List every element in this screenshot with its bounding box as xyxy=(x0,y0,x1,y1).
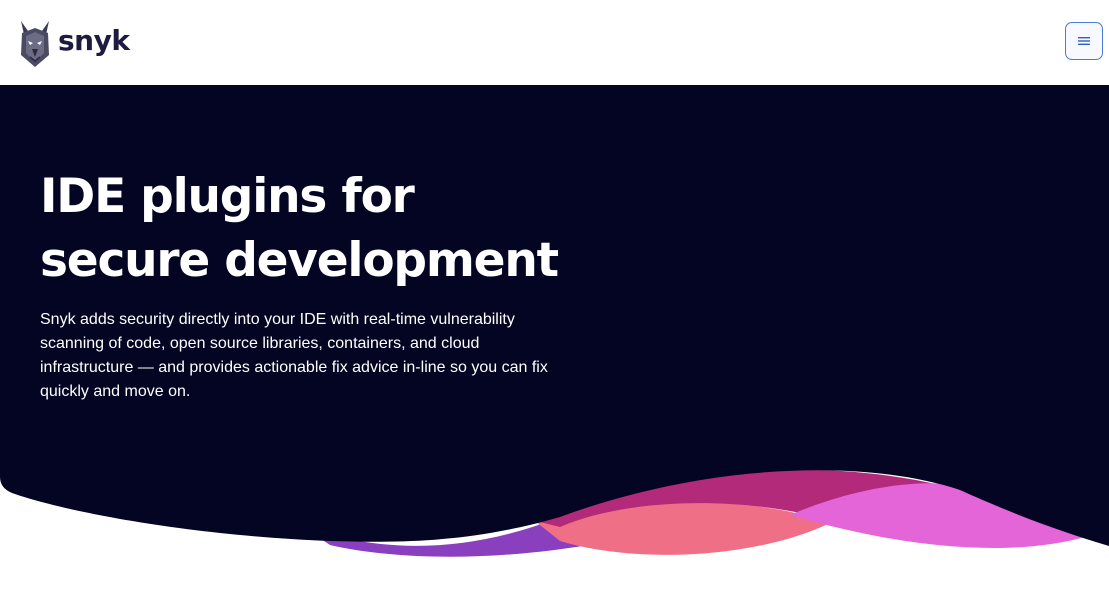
hero-title-line-2: secure development xyxy=(40,233,559,288)
logo-wordmark: snyk xyxy=(58,24,130,57)
menu-button[interactable] xyxy=(1065,22,1103,60)
hero-description: Snyk adds security directly into your ID… xyxy=(40,311,548,400)
snyk-dog-icon xyxy=(21,21,49,67)
hamburger-menu-icon xyxy=(1078,37,1090,45)
hero-section: IDE plugins for secure development Snyk … xyxy=(0,85,1109,600)
hero-title-line-1: IDE plugins for xyxy=(40,169,415,224)
page: snyk IDE plugins for secure development … xyxy=(0,0,1109,600)
hero-title: IDE plugins for secure development xyxy=(40,165,600,293)
site-header: snyk xyxy=(0,0,1109,85)
snyk-logo[interactable]: snyk xyxy=(18,19,130,69)
